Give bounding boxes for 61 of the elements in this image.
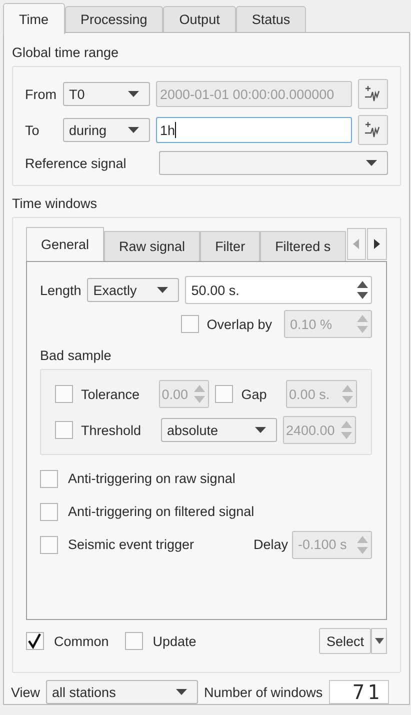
caret-icon [366, 160, 377, 166]
spinner-arrows-icon [194, 384, 206, 404]
checkbox-label: Common [54, 634, 109, 648]
caret-icon [255, 427, 266, 433]
checkbox-label: Anti-triggering on filtered signal [68, 504, 254, 519]
dropdown[interactable] [159, 151, 388, 175]
tab[interactable]: Raw signal [104, 231, 200, 261]
caret-icon [128, 91, 139, 97]
tab[interactable]: General [26, 227, 104, 261]
waveform-plus-icon [364, 85, 382, 103]
field-label: View [11, 684, 40, 700]
spinner-arrows-icon [341, 420, 352, 440]
tab[interactable]: Status [236, 6, 306, 32]
field-label: Delay [253, 537, 288, 552]
pick-time-button[interactable] [358, 79, 388, 109]
select-button[interactable]: Select [319, 628, 371, 654]
caret-icon [374, 638, 384, 644]
checkbox-label: Tolerance [81, 386, 141, 402]
checkbox[interactable] [26, 632, 44, 650]
field-label: Length [40, 282, 82, 298]
input-field[interactable]: 1h [156, 117, 352, 143]
dropdown[interactable]: all stations [46, 680, 198, 704]
checkbox[interactable] [40, 536, 58, 554]
checkbox-label: Gap [241, 386, 268, 402]
checkbox[interactable] [40, 470, 58, 488]
tab[interactable]: Output [163, 6, 236, 32]
spinner-arrows-icon [357, 534, 368, 554]
spinner-arrows-icon [342, 384, 353, 404]
tab[interactable]: Filter [200, 231, 260, 261]
field-label: Number of windows [204, 684, 323, 700]
field-label: To [25, 122, 40, 138]
spinner-arrows-icon [357, 314, 368, 334]
dropdown[interactable]: Exactly [87, 278, 180, 302]
field-label: Reference signal [25, 156, 128, 170]
left-arrow-icon [353, 239, 360, 249]
checkbox-label: Anti-triggering on raw signal [68, 471, 236, 486]
spin-box[interactable]: 50.00 s. [185, 276, 372, 304]
waveform-plus-icon [364, 121, 382, 139]
right-arrow-icon [374, 239, 380, 249]
caret-icon [128, 127, 139, 133]
caret-icon [176, 689, 188, 695]
checkbox-label: Seismic event trigger [68, 537, 196, 552]
section-title: Time windows [12, 196, 98, 211]
field-label: From [25, 86, 57, 102]
number-display: 71 [328, 680, 389, 704]
section-title: Bad sample [40, 348, 112, 363]
tab[interactable]: Time [3, 3, 64, 34]
caret-icon [157, 287, 168, 293]
pick-time-button[interactable] [358, 115, 388, 145]
menu-button[interactable] [371, 628, 387, 654]
checkbox-label: Update [152, 634, 198, 648]
checkbox-label: Overlap by [206, 316, 272, 332]
tab[interactable]: Filtered s [260, 231, 346, 261]
section-title: Global time range [12, 45, 119, 60]
checkbox-label: Threshold [81, 422, 142, 438]
checkbox[interactable] [40, 502, 58, 520]
checkbox[interactable] [124, 632, 143, 650]
tab[interactable]: Processing [64, 6, 164, 32]
spinner-arrows-icon [357, 280, 368, 300]
scroll-right-button[interactable] [367, 228, 387, 260]
dropdown[interactable]: during [63, 118, 150, 142]
